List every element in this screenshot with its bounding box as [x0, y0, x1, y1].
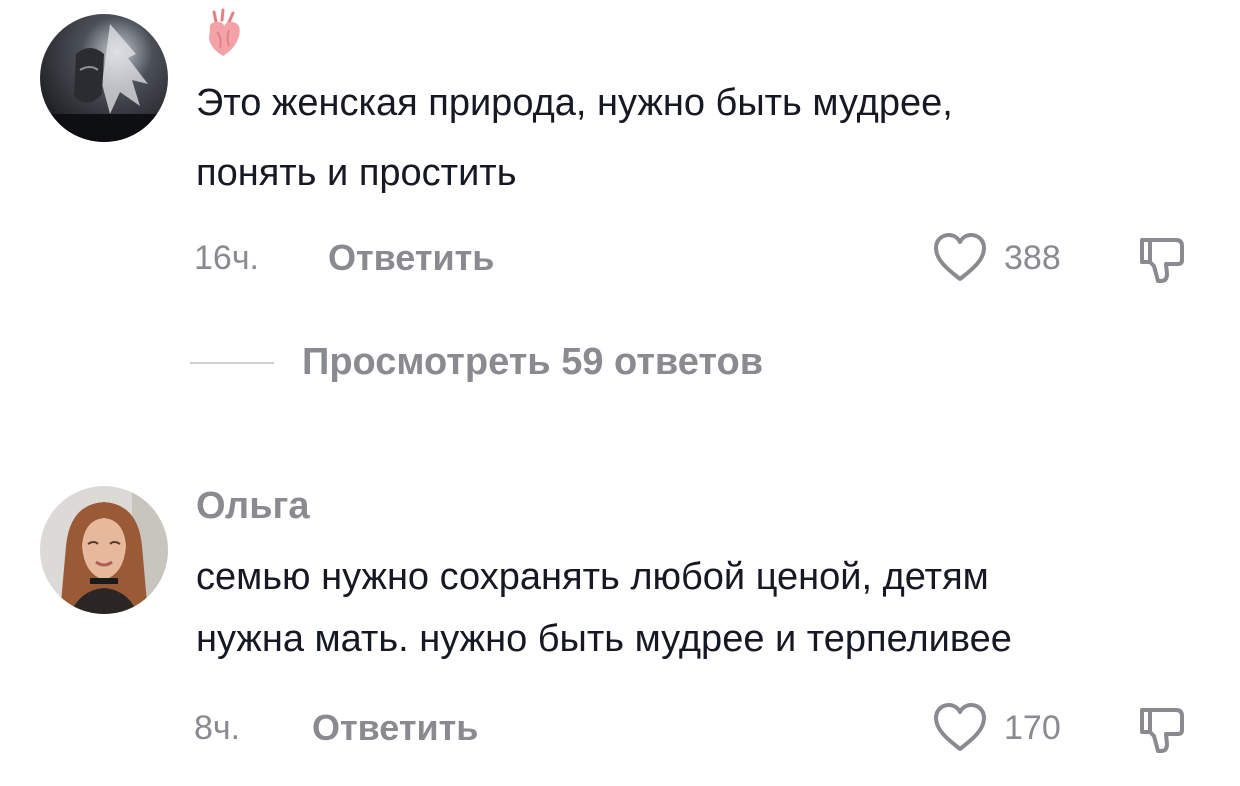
replies-divider	[190, 362, 274, 364]
comment-timestamp: 16ч.	[194, 239, 259, 277]
reply-button[interactable]: Ответить	[328, 238, 494, 278]
comment-text-line: Это женская природа, нужно быть мудрее,	[196, 82, 953, 124]
comment-username[interactable]: Ольга	[196, 486, 310, 526]
avatar[interactable]	[40, 14, 168, 142]
reply-button[interactable]: Ответить	[312, 708, 478, 748]
avatar[interactable]	[40, 486, 168, 614]
like-count: 170	[1004, 709, 1061, 747]
heart-outline-icon[interactable]	[932, 702, 988, 754]
comment-text-line: нужна мать. нужно быть мудрее и терпелив…	[196, 618, 1012, 660]
comment-text-line: семью нужно сохранять любой ценой, детям	[196, 556, 989, 598]
like-count: 388	[1004, 239, 1061, 277]
anatomical-heart-icon	[202, 8, 244, 58]
heart-outline-icon[interactable]	[932, 232, 988, 284]
thumbs-down-icon[interactable]	[1136, 704, 1188, 756]
thumbs-down-icon[interactable]	[1136, 234, 1188, 286]
view-replies-button[interactable]: Просмотреть 59 ответов	[302, 342, 763, 382]
comment-text-line: понять и простить	[196, 152, 517, 194]
comment-timestamp: 8ч.	[194, 709, 241, 747]
